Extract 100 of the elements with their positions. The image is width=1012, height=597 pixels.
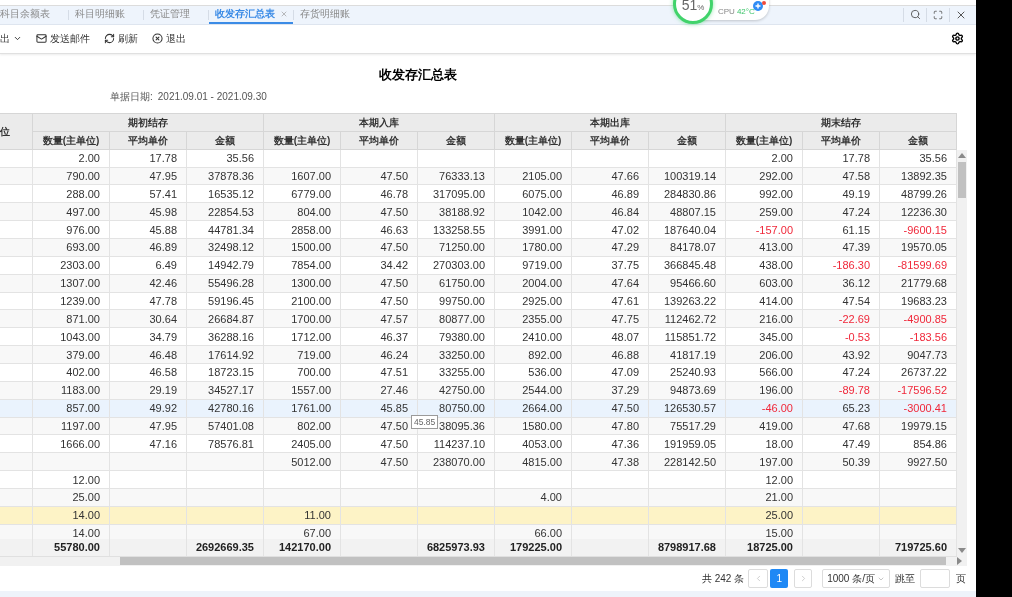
table-cell: 402.00 bbox=[33, 364, 110, 382]
table-cell: 47.64 bbox=[572, 274, 649, 293]
table-cell: 1557.00 bbox=[264, 381, 341, 400]
table-cell: 366845.48 bbox=[649, 256, 726, 275]
column-header: 金额 bbox=[880, 131, 957, 150]
table-cell: 2.00 bbox=[726, 149, 803, 168]
horizontal-scrollbar[interactable] bbox=[0, 556, 967, 566]
table-cell: 37.75 bbox=[572, 256, 649, 275]
table-row[interactable]: 976.00 45.88 44781.34 2858.00 46.63 133258.55 3991.00 47.02 187640.04 -157.00 61.15 -9600.15 bbox=[0, 221, 957, 239]
column-header: 数量(主单位) bbox=[495, 131, 572, 150]
column-header: 位 bbox=[0, 113, 33, 150]
vertical-scrollbar[interactable] bbox=[957, 149, 967, 557]
table-cell: -157.00 bbox=[726, 221, 803, 239]
settings-icon[interactable] bbox=[951, 32, 964, 46]
plus-icon[interactable] bbox=[753, 1, 763, 11]
table-row[interactable]: 1666.00 47.16 78576.81 2405.00 47.50 114237.10 4053.00 47.36 191959.05 18.00 47.49 854.86 bbox=[0, 435, 957, 454]
fullscreen-icon[interactable] bbox=[933, 9, 943, 20]
table-cell: 17.78 bbox=[803, 149, 880, 168]
table-cell: 14942.79 bbox=[187, 256, 264, 275]
table-cell: 3991.00 bbox=[495, 221, 572, 239]
table-cell: 14.00 bbox=[33, 506, 110, 525]
scroll-right-arrow-icon[interactable] bbox=[956, 557, 964, 566]
export-button[interactable]: 出 bbox=[0, 32, 22, 45]
table-cell: 693.00 bbox=[33, 238, 110, 257]
table-cell: 566.00 bbox=[726, 364, 803, 382]
table-cell: 11.00 bbox=[264, 506, 341, 525]
table-cell: 46.63 bbox=[341, 221, 418, 239]
table-cell: 94873.69 bbox=[649, 381, 726, 400]
table-cell: 43.92 bbox=[803, 346, 880, 364]
date-label: 单据日期: bbox=[110, 90, 153, 103]
column-header: 数量(主单位) bbox=[726, 131, 803, 150]
table-row[interactable]: 25.00 4.00 21.00 bbox=[0, 489, 957, 507]
table-row[interactable]: 379.00 46.48 17614.92 719.00 46.24 33250.00 892.00 46.88 41817.19 206.00 43.92 9047.73 bbox=[0, 346, 957, 364]
table-cell: 33250.00 bbox=[418, 346, 495, 364]
page-size-select[interactable]: 1000 条/页 bbox=[822, 569, 890, 589]
table-cell: 27.46 bbox=[341, 381, 418, 400]
scrollbar-thumb[interactable] bbox=[120, 557, 946, 566]
table-cell: 45.88 bbox=[110, 221, 187, 239]
table-cell: 29.19 bbox=[110, 381, 187, 400]
table-cell: 21.00 bbox=[726, 489, 803, 507]
table-cell: 1300.00 bbox=[264, 274, 341, 293]
table-cell: 44781.34 bbox=[187, 221, 264, 239]
table-cell: 46.89 bbox=[110, 238, 187, 257]
table-cell: 47.24 bbox=[803, 364, 880, 382]
table-cell: 47.50 bbox=[341, 274, 418, 293]
column-header: 数量(主单位) bbox=[264, 131, 341, 150]
column-header: 平均单价 bbox=[341, 131, 418, 150]
total-cell: 55780.00 bbox=[33, 538, 110, 556]
refresh-icon bbox=[104, 33, 115, 45]
send-mail-button[interactable]: 发送邮件 bbox=[36, 32, 90, 45]
search-icon[interactable] bbox=[909, 9, 921, 21]
table-cell: 438.00 bbox=[726, 256, 803, 275]
table-cell: 976.00 bbox=[33, 221, 110, 239]
scroll-up-arrow-icon[interactable] bbox=[958, 151, 966, 160]
table-cell: 196.00 bbox=[726, 381, 803, 400]
table-row[interactable]: 1043.00 34.79 36288.16 1712.00 46.37 79380.00 2410.00 48.07 115851.72 345.00 -0.53 -183.56 bbox=[0, 328, 957, 347]
table-cell: 34.42 bbox=[341, 256, 418, 275]
table-cell: 95466.60 bbox=[649, 274, 726, 293]
column-header: 平均单价 bbox=[572, 131, 649, 150]
column-header: 平均单价 bbox=[803, 131, 880, 150]
table-cell: 42750.00 bbox=[418, 381, 495, 400]
table-cell: -186.30 bbox=[803, 256, 880, 275]
table-cell: 46.88 bbox=[572, 346, 649, 364]
table-cell: 25.00 bbox=[33, 489, 110, 507]
table-cell: 7854.00 bbox=[264, 256, 341, 275]
column-group-header: 本期入库 bbox=[264, 113, 495, 132]
table-cell: 61750.00 bbox=[418, 274, 495, 293]
table-cell: 33255.00 bbox=[418, 364, 495, 382]
total-count: 共 242 条 bbox=[701, 572, 745, 585]
table-row[interactable]: 5012.00 47.50 238070.00 4815.00 47.38 228142.50 197.00 50.39 9927.50 bbox=[0, 453, 957, 472]
scrollbar-thumb[interactable] bbox=[958, 161, 966, 198]
table-cell: 1500.00 bbox=[264, 238, 341, 257]
table-row[interactable]: 497.00 45.98 22854.53 804.00 47.50 38188.92 1042.00 46.84 48807.15 259.00 47.24 12236.30 bbox=[0, 203, 957, 222]
table-cell: 55496.28 bbox=[187, 274, 264, 293]
total-cell: 142170.00 bbox=[264, 538, 341, 556]
table-cell: 2544.00 bbox=[495, 381, 572, 400]
table-cell: 1307.00 bbox=[33, 274, 110, 293]
total-cell: 6825973.93 bbox=[418, 538, 495, 556]
table-row[interactable]: 871.00 30.64 26684.87 1700.00 47.57 80877.00 2355.00 47.75 112462.72 216.00 -22.69 -4900.85 bbox=[0, 310, 957, 329]
table-cell: 37.29 bbox=[572, 381, 649, 400]
page-button[interactable]: 1 bbox=[770, 569, 789, 589]
table-cell: 1761.00 bbox=[264, 399, 341, 418]
exit-button[interactable]: 退出 bbox=[152, 32, 186, 45]
table-cell: 892.00 bbox=[495, 346, 572, 364]
page-input[interactable] bbox=[920, 569, 950, 589]
column-header: 金额 bbox=[418, 131, 495, 150]
mail-icon bbox=[36, 33, 47, 45]
refresh-button[interactable]: 刷新 bbox=[104, 32, 138, 45]
table-row[interactable]: 12.00 12.00 bbox=[0, 471, 957, 489]
scroll-down-arrow-icon[interactable] bbox=[958, 546, 966, 555]
total-cell: 18725.00 bbox=[726, 538, 803, 556]
table-cell: 41817.19 bbox=[649, 346, 726, 364]
table-row[interactable]: 288.00 57.41 16535.12 6779.00 46.78 317095.00 6075.00 46.89 284830.86 992.00 49.19 48799.26 bbox=[0, 185, 957, 204]
close-circle-icon bbox=[152, 33, 163, 45]
table-cell: 36.12 bbox=[803, 274, 880, 293]
report-title: 收发存汇总表 bbox=[379, 66, 457, 82]
table-cell: 9719.00 bbox=[495, 256, 572, 275]
table-cell: 187640.04 bbox=[649, 221, 726, 239]
table-cell: 379.00 bbox=[33, 346, 110, 364]
table-cell: 133258.55 bbox=[418, 221, 495, 239]
